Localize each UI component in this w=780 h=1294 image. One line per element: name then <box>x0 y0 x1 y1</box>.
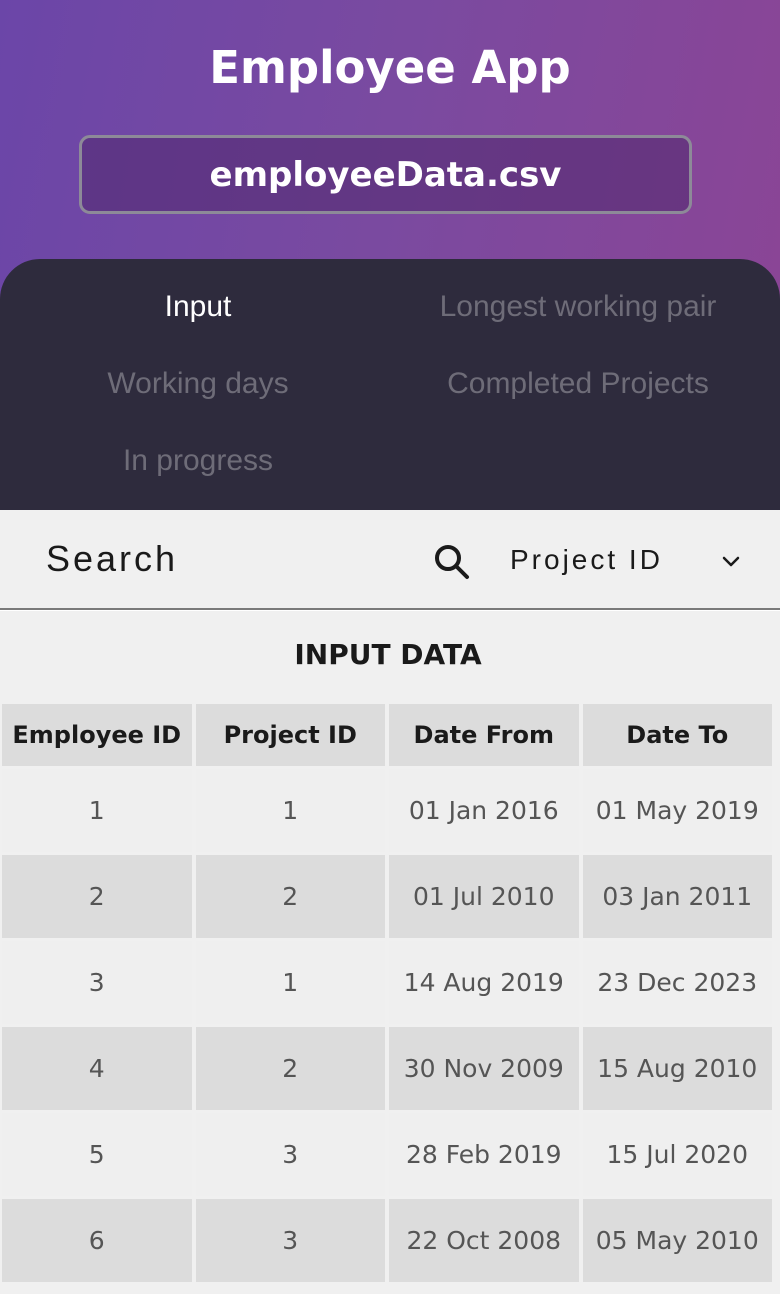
cell-date-to: 15 Jul 2020 <box>582 1113 772 1196</box>
tab-input[interactable]: Input <box>3 287 393 327</box>
cell-date-from: 14 Aug 2019 <box>389 941 579 1024</box>
cell-date-from: 30 Nov 2009 <box>389 1027 579 1110</box>
table-row: 4 2 30 Nov 2009 15 Aug 2010 <box>2 1027 772 1110</box>
cell-employee-id: 3 <box>2 941 192 1024</box>
chevron-down-icon <box>722 556 740 567</box>
column-header-date-to[interactable]: Date To <box>582 704 772 766</box>
table-row: 5 3 28 Feb 2019 15 Jul 2020 <box>2 1113 772 1196</box>
tabs-panel: Input Longest working pair Working days … <box>0 259 780 510</box>
tab-completed-projects[interactable]: Completed Projects <box>383 364 773 404</box>
cell-employee-id: 6 <box>2 1199 192 1282</box>
cell-date-to: 03 Jan 2011 <box>582 855 772 938</box>
cell-project-id: 2 <box>195 1027 385 1110</box>
cell-date-to: 01 May 2019 <box>582 769 772 852</box>
cell-project-id: 1 <box>195 941 385 1024</box>
search-input[interactable] <box>30 532 410 586</box>
cell-date-to: 05 May 2010 <box>582 1199 772 1282</box>
cell-project-id: 2 <box>195 855 385 938</box>
search-filter-value: Project ID <box>510 544 663 575</box>
table-row: 1 1 01 Jan 2016 01 May 2019 <box>2 769 772 852</box>
cell-date-from: 28 Feb 2019 <box>389 1113 579 1196</box>
column-header-date-from[interactable]: Date From <box>389 704 579 766</box>
tab-working-days[interactable]: Working days <box>3 364 393 404</box>
app-title: Employee App <box>209 41 571 94</box>
cell-date-to: 23 Dec 2023 <box>582 941 772 1024</box>
table-row: 3 1 14 Aug 2019 23 Dec 2023 <box>2 941 772 1024</box>
column-header-project-id[interactable]: Project ID <box>195 704 385 766</box>
file-name-box[interactable]: employeeData.csv <box>79 135 692 214</box>
table-area: INPUT DATA Employee ID Project ID Date F… <box>0 611 780 1294</box>
table-header-row: Employee ID Project ID Date From Date To <box>2 704 772 766</box>
search-icon[interactable] <box>432 542 472 582</box>
cell-date-from: 01 Jul 2010 <box>389 855 579 938</box>
cell-date-from: 22 Oct 2008 <box>389 1199 579 1282</box>
cell-employee-id: 1 <box>2 769 192 852</box>
search-bar: Project ID <box>0 510 780 610</box>
input-data-table: Employee ID Project ID Date From Date To… <box>0 701 776 1285</box>
table-title: INPUT DATA <box>294 638 482 671</box>
table-row: 6 3 22 Oct 2008 05 May 2010 <box>2 1199 772 1282</box>
tab-in-progress[interactable]: In progress <box>3 441 393 481</box>
cell-employee-id: 4 <box>2 1027 192 1110</box>
column-header-employee-id[interactable]: Employee ID <box>2 704 192 766</box>
table-row: 2 2 01 Jul 2010 03 Jan 2011 <box>2 855 772 938</box>
search-filter-select[interactable]: Project ID <box>496 532 756 588</box>
cell-date-to: 15 Aug 2010 <box>582 1027 772 1110</box>
app-header: Employee App employeeData.csv <box>0 0 780 300</box>
tab-longest-working-pair[interactable]: Longest working pair <box>383 287 773 327</box>
cell-date-from: 01 Jan 2016 <box>389 769 579 852</box>
cell-employee-id: 2 <box>2 855 192 938</box>
cell-project-id: 3 <box>195 1113 385 1196</box>
cell-employee-id: 5 <box>2 1113 192 1196</box>
cell-project-id: 1 <box>195 769 385 852</box>
cell-project-id: 3 <box>195 1199 385 1282</box>
